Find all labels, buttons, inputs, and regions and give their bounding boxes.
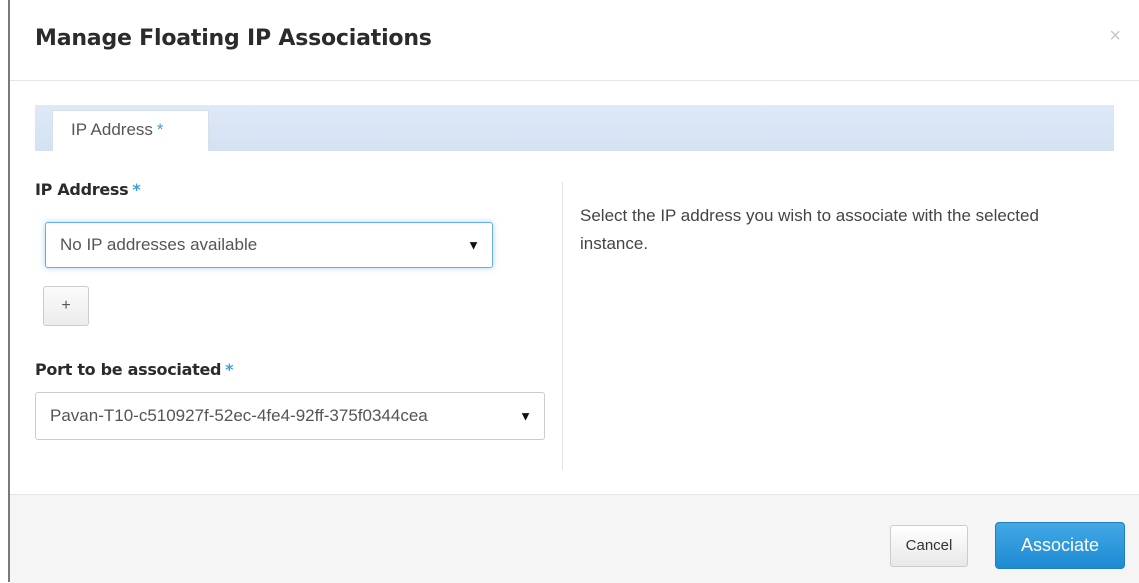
- required-mark: *: [132, 180, 141, 199]
- cancel-button[interactable]: Cancel: [890, 525, 968, 567]
- ip-address-selected-value: No IP addresses available: [60, 235, 258, 254]
- floating-ip-modal: Manage Floating IP Associations × IP Add…: [10, 0, 1139, 583]
- tab-bar: IP Address *: [35, 105, 1114, 151]
- caret-down-icon: ▼: [467, 237, 480, 253]
- tab-label: IP Address: [71, 120, 153, 139]
- column-divider: [562, 182, 563, 470]
- port-select[interactable]: Pavan-T10-c510927f-52ec-4fe4-92ff-375f03…: [35, 392, 545, 440]
- port-label-text: Port to be associated: [35, 360, 222, 379]
- caret-down-icon: ▼: [519, 408, 532, 424]
- modal-header: Manage Floating IP Associations ×: [10, 0, 1139, 81]
- associate-button[interactable]: Associate: [995, 522, 1125, 569]
- modal-footer: Cancel Associate: [10, 494, 1139, 583]
- required-mark: *: [156, 120, 164, 139]
- form-column: IP Address * No IP addresses available ▼ …: [35, 180, 545, 440]
- modal-title: Manage Floating IP Associations: [35, 26, 432, 51]
- ip-address-label: IP Address *: [35, 180, 545, 199]
- ip-address-select[interactable]: No IP addresses available ▼: [45, 222, 493, 268]
- help-text: Select the IP address you wish to associ…: [580, 206, 1039, 253]
- ip-address-label-text: IP Address: [35, 180, 129, 199]
- port-label: Port to be associated *: [35, 360, 535, 379]
- close-icon[interactable]: ×: [1109, 26, 1121, 46]
- add-ip-button[interactable]: +: [43, 286, 89, 326]
- port-selected-value: Pavan-T10-c510927f-52ec-4fe4-92ff-375f03…: [50, 406, 428, 425]
- tab-ip-address[interactable]: IP Address *: [52, 110, 209, 151]
- required-mark: *: [225, 360, 234, 379]
